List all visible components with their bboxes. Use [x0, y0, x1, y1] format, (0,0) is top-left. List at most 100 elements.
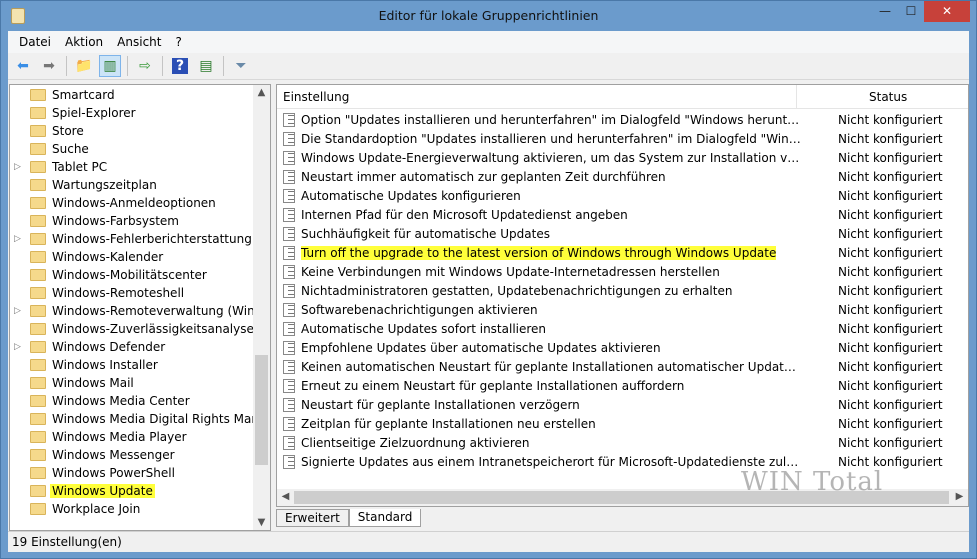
tree-item[interactable]: ▷ Tablet PC	[10, 158, 109, 176]
menu-item-3[interactable]: ?	[168, 35, 188, 49]
minimize-button[interactable]: —	[872, 1, 898, 22]
table-row[interactable]: Turn off the upgrade to the latest versi…	[277, 243, 968, 262]
tree-item-label: Windows Update	[50, 484, 155, 498]
folder-icon	[30, 377, 46, 389]
export-list-button[interactable]: ⇨	[134, 55, 156, 77]
setting-status: Nicht konfiguriert	[838, 131, 943, 146]
folder-icon	[30, 233, 46, 245]
tree-item[interactable]: Windows Media Player	[10, 428, 189, 446]
up-folder-button[interactable]: 📁	[73, 55, 95, 77]
tree-vertical-scrollbar[interactable]: ▲ ▼	[253, 85, 270, 530]
window: Editor für lokale Gruppenrichtlinien — ☐…	[0, 0, 977, 559]
setting-name: Neustart für geplante Installationen ver…	[301, 398, 801, 412]
expand-arrow-icon: ▷	[14, 342, 21, 352]
folder-icon	[30, 395, 46, 407]
view-tabs: Erweitert Standard	[276, 509, 422, 527]
setting-name: Die Standardoption "Updates installieren…	[301, 132, 801, 146]
tree-item[interactable]: Smartcard	[10, 86, 117, 104]
tree-item[interactable]: Windows-Kalender	[10, 248, 165, 266]
tree-item[interactable]: Windows Media Digital Rights Manage	[10, 410, 270, 428]
table-row[interactable]: Windows Update-Energieverwaltung aktivie…	[277, 148, 968, 167]
menu-item-1[interactable]: Aktion	[58, 35, 110, 49]
menu-item-0[interactable]: Datei	[12, 35, 58, 49]
close-button[interactable]: ✕	[924, 1, 970, 22]
tree-item-label: Smartcard	[52, 88, 115, 102]
tree-item[interactable]: Windows-Mobilitätscenter	[10, 266, 209, 284]
column-header-status[interactable]: Status	[797, 90, 907, 104]
tree-item[interactable]: Windows Installer	[10, 356, 160, 374]
tree-item[interactable]: Windows Messenger	[10, 446, 177, 464]
table-row[interactable]: Zeitplan für geplante Installationen neu…	[277, 414, 968, 433]
column-header-setting[interactable]: Einstellung	[277, 85, 797, 109]
help-button[interactable]: ?	[169, 55, 191, 77]
tab-standard[interactable]: Standard	[348, 509, 422, 527]
folder-icon	[30, 197, 46, 209]
tree-item[interactable]: Workplace Join	[10, 500, 142, 518]
tree-item-label: Windows Mail	[52, 376, 134, 390]
folder-icon	[30, 251, 46, 263]
tree-item[interactable]: Windows-Remoteshell	[10, 284, 186, 302]
setting-name: Windows Update-Energieverwaltung aktivie…	[301, 151, 801, 165]
scroll-left-icon[interactable]: ◀	[277, 491, 294, 502]
tree-item[interactable]: ▷ Windows Defender	[10, 338, 167, 356]
table-row[interactable]: Keine Verbindungen mit Windows Update-In…	[277, 262, 968, 281]
table-row[interactable]: Erneut zu einem Neustart für geplante In…	[277, 376, 968, 395]
tree-item[interactable]: Windows PowerShell	[10, 464, 177, 482]
table-row[interactable]: Nichtadministratoren gestatten, Updatebe…	[277, 281, 968, 300]
tree-item[interactable]: Store	[10, 122, 86, 140]
tree-item[interactable]: ▷ Windows-Fehlerberichterstattung	[10, 230, 254, 248]
folder-icon	[30, 107, 46, 119]
tree-item[interactable]: Windows Mail	[10, 374, 136, 392]
setting-status: Nicht konfiguriert	[838, 359, 943, 374]
table-row[interactable]: Keinen automatischen Neustart für geplan…	[277, 357, 968, 376]
table-row[interactable]: Die Standardoption "Updates installieren…	[277, 129, 968, 148]
table-row[interactable]: Softwarebenachrichtigungen aktivieren Nic…	[277, 300, 968, 319]
setting-name: Softwarebenachrichtigungen aktivieren	[301, 303, 801, 317]
setting-name-text: Empfohlene Updates über automatische Upd…	[301, 340, 661, 355]
maximize-button[interactable]: ☐	[898, 1, 924, 22]
scroll-up-icon[interactable]: ▲	[253, 87, 270, 98]
forward-arrow-button[interactable]: ➡	[38, 55, 60, 77]
tree-item[interactable]: Wartungszeitplan	[10, 176, 159, 194]
policy-setting-icon	[283, 416, 295, 431]
scroll-thumb[interactable]	[255, 355, 268, 465]
setting-name: Automatische Updates konfigurieren	[301, 189, 801, 203]
table-row[interactable]: Neustart für geplante Installationen ver…	[277, 395, 968, 414]
scroll-down-icon[interactable]: ▼	[253, 517, 270, 528]
toolbar-separator	[66, 56, 67, 76]
tree-item[interactable]: Windows Media Center	[10, 392, 192, 410]
tree-item[interactable]: ▷ Windows-Remoteverwaltung (Window	[10, 302, 270, 320]
tree-item[interactable]: Windows-Anmeldeoptionen	[10, 194, 218, 212]
app-icon	[11, 8, 25, 24]
menu-item-2[interactable]: Ansicht	[110, 35, 168, 49]
tab-erweitert[interactable]: Erweitert	[276, 509, 349, 527]
show-hide-tree-button[interactable]: ▥	[99, 55, 121, 77]
tree-item[interactable]: Suche	[10, 140, 91, 158]
table-row[interactable]: Automatische Updates sofort installieren…	[277, 319, 968, 338]
back-arrow-button[interactable]: ⬅	[12, 55, 34, 77]
setting-status: Nicht konfiguriert	[838, 378, 943, 393]
table-row[interactable]: Suchhäufigkeit für automatische Updates N…	[277, 224, 968, 243]
table-row[interactable]: Automatische Updates konfigurieren Nicht …	[277, 186, 968, 205]
table-row[interactable]: Neustart immer automatisch zur geplanten…	[277, 167, 968, 186]
filter-button[interactable]: ⏷	[230, 55, 252, 77]
window-title: Editor für lokale Gruppenrichtlinien	[378, 8, 599, 23]
table-row[interactable]: Empfohlene Updates über automatische Upd…	[277, 338, 968, 357]
table-row[interactable]: Clientseitige Zielzuordnung aktivieren Ni…	[277, 433, 968, 452]
tree-item-label: Windows-Farbsystem	[52, 214, 179, 228]
folder-icon	[30, 269, 46, 281]
tree-item[interactable]: Windows-Farbsystem	[10, 212, 181, 230]
policy-setting-icon	[283, 112, 295, 127]
toolbar-separator	[223, 56, 224, 76]
table-row[interactable]: Option "Updates installieren und herunte…	[277, 110, 968, 129]
scroll-right-icon[interactable]: ▶	[951, 491, 968, 502]
policy-setting-icon	[283, 264, 295, 279]
action-pane-button[interactable]: ▤	[195, 55, 217, 77]
tree-item[interactable]: Windows-Zuverlässigkeitsanalyse	[10, 320, 256, 338]
tree-item[interactable]: Spiel-Explorer	[10, 104, 138, 122]
table-row[interactable]: Internen Pfad für den Microsoft Updatedi…	[277, 205, 968, 224]
setting-name: Internen Pfad für den Microsoft Updatedi…	[301, 208, 801, 222]
tree-item[interactable]: Windows Update	[10, 482, 155, 500]
folder-icon	[30, 215, 46, 227]
title-bar: Editor für lokale Gruppenrichtlinien — ☐…	[1, 1, 976, 31]
